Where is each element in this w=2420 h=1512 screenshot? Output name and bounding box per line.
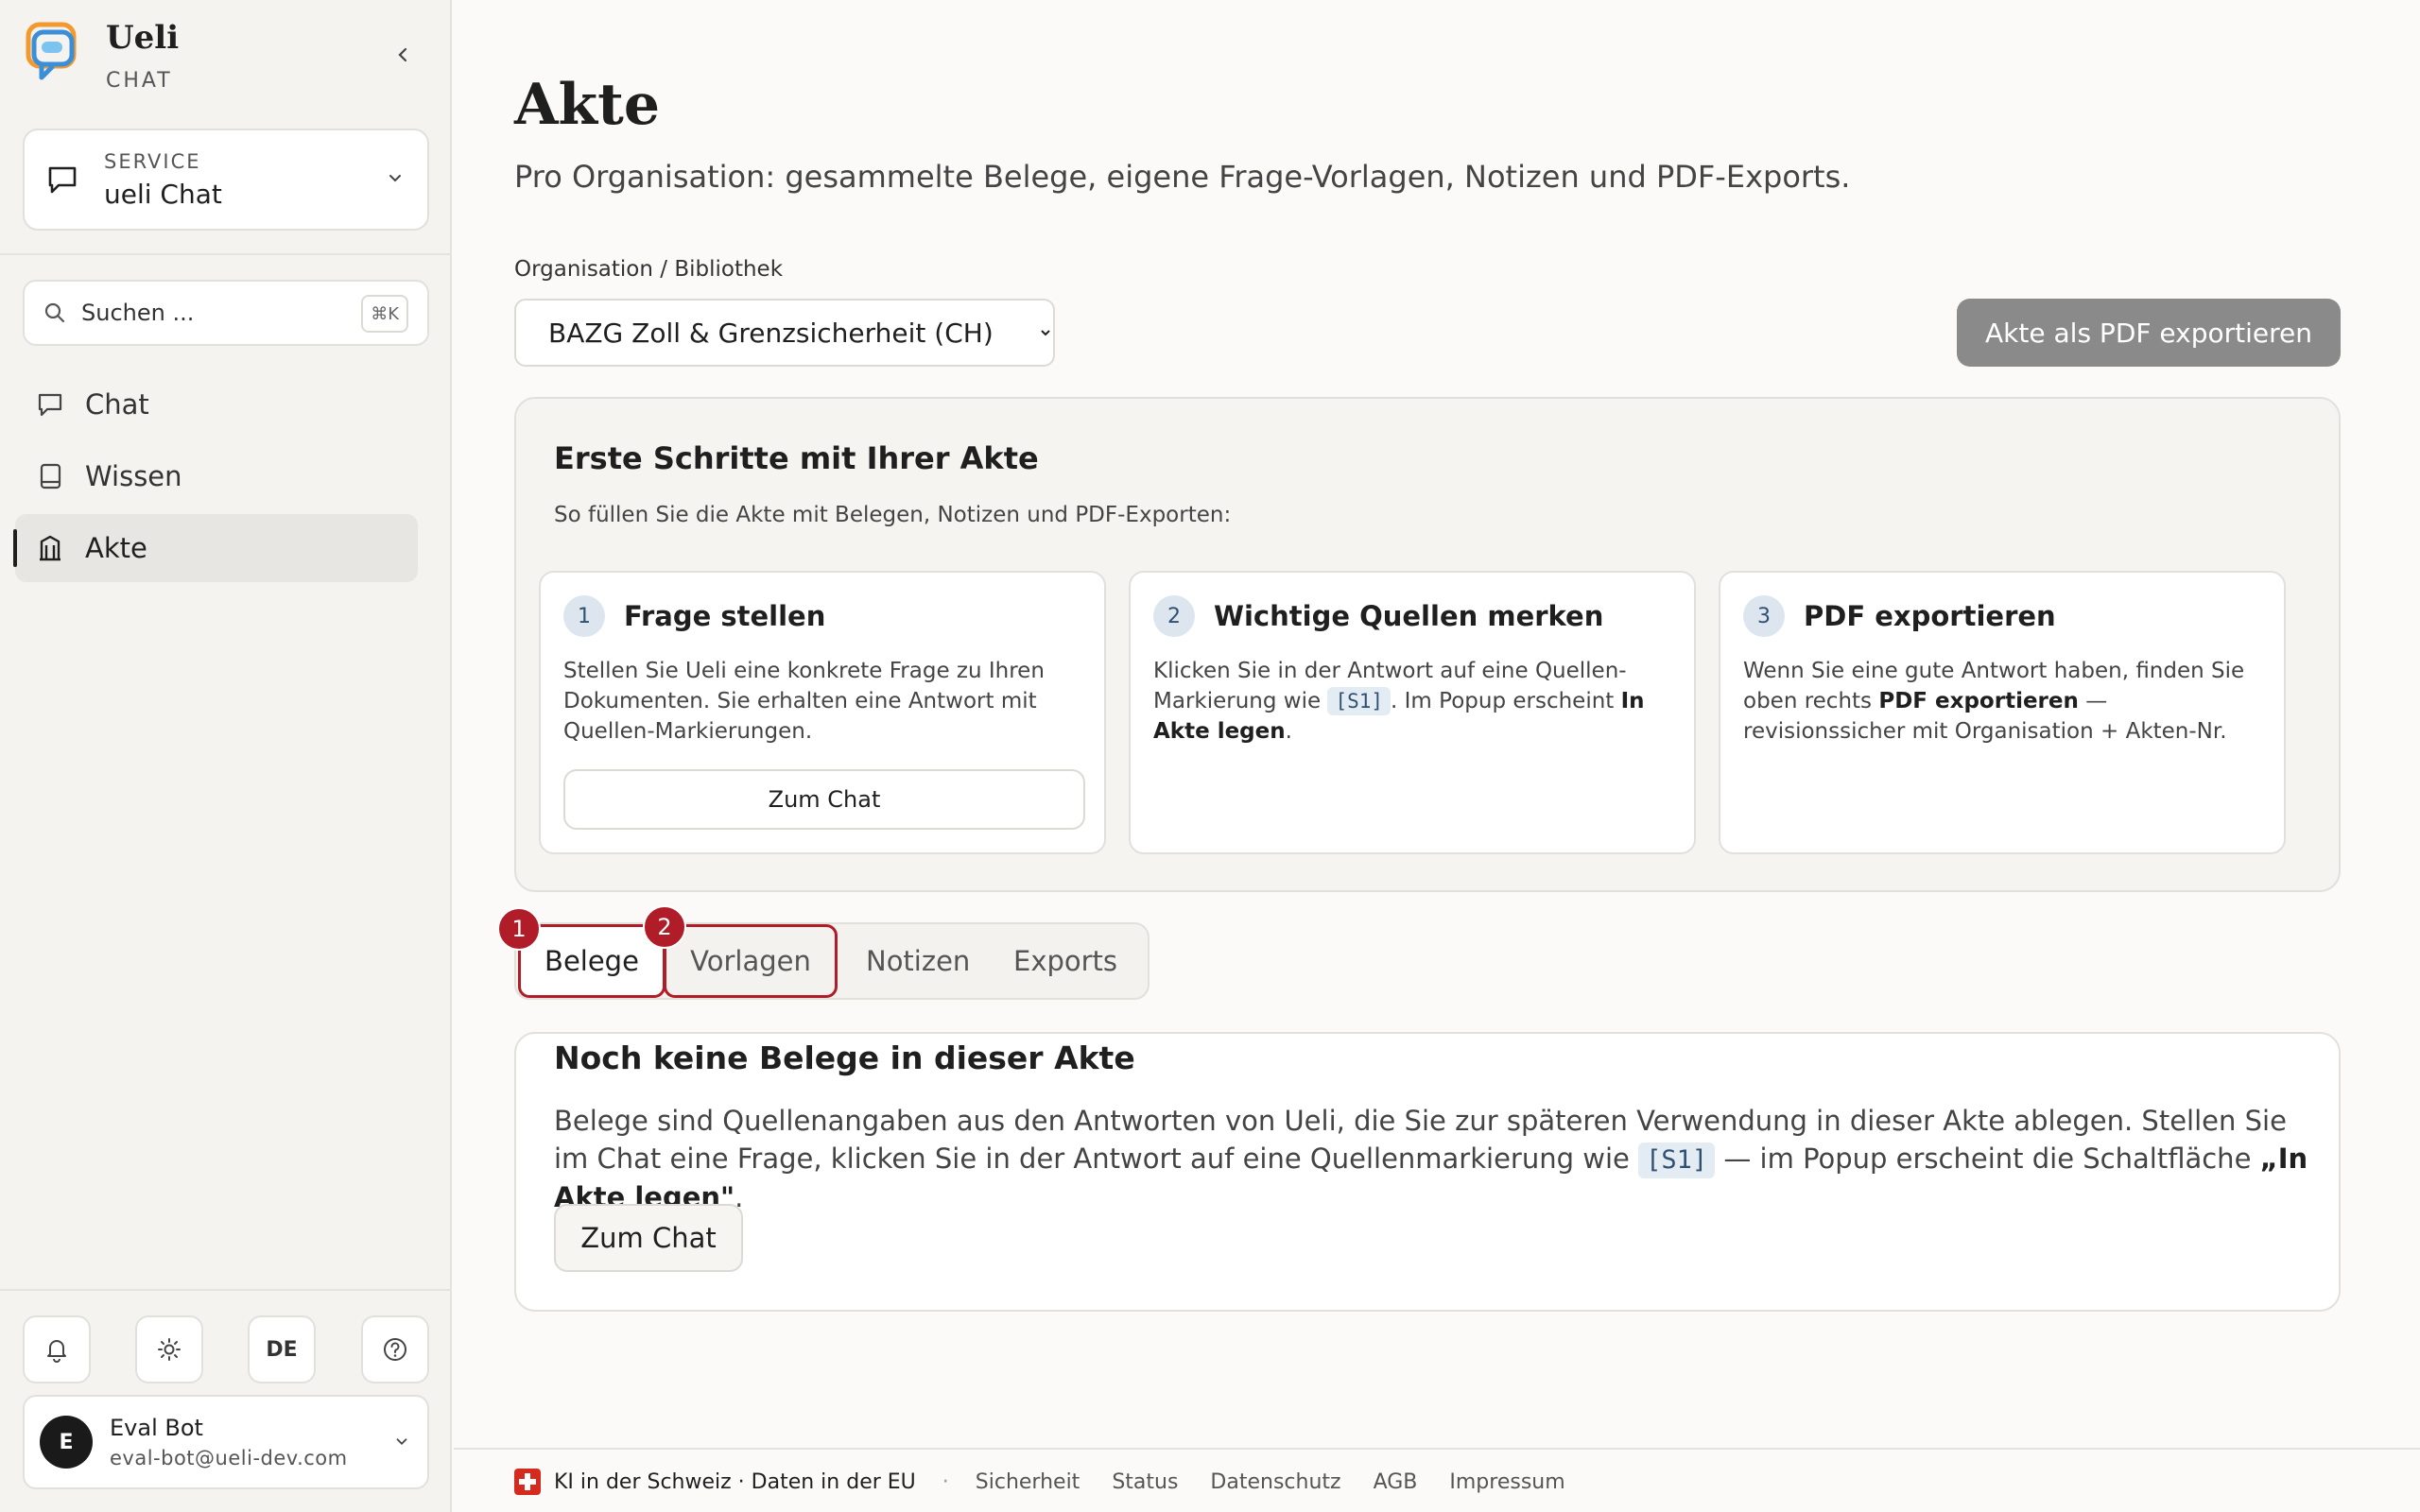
empty-state-title: Noch keine Belege in dieser Akte xyxy=(554,1040,1135,1076)
tab-notizen[interactable]: Notizen xyxy=(866,924,970,998)
step-body: Stellen Sie Ueli eine konkrete Frage zu … xyxy=(563,659,1045,744)
sidebar-divider xyxy=(0,253,452,255)
footer-link-datenschutz[interactable]: Datenschutz xyxy=(1210,1470,1340,1494)
brand-name: Ueli xyxy=(106,19,180,57)
sidebar-item-label: Wissen xyxy=(85,460,182,492)
step-number: 1 xyxy=(563,595,605,637)
chat-bubble-icon xyxy=(48,166,77,194)
user-email: eval-bot@ueli-dev.com xyxy=(110,1447,348,1469)
tab-belege[interactable]: Belege xyxy=(518,924,666,998)
notifications-button[interactable] xyxy=(23,1315,91,1383)
org-select[interactable]: BAZG Zoll & Grenzsicherheit (CH) xyxy=(514,299,1055,367)
brand-subtitle: CHAT xyxy=(106,69,173,94)
bell-icon xyxy=(47,1340,66,1363)
archive-icon xyxy=(40,535,60,561)
onboarding-step-3: 3 PDF exportieren Wenn Sie eine gute Ant… xyxy=(1719,571,2286,854)
akte-tabs: Belege Vorlagen Notizen Exports xyxy=(514,922,1150,1000)
theme-toggle-button[interactable] xyxy=(135,1315,203,1383)
service-label: SERVICE xyxy=(104,149,201,173)
tab-exports[interactable]: Exports xyxy=(1013,924,1117,998)
onboarding-panel: Erste Schritte mit Ihrer Akte So füllen … xyxy=(514,397,2341,892)
empty-state-card: Noch keine Belege in dieser Akte Belege … xyxy=(514,1032,2341,1312)
service-switcher[interactable]: SERVICE ueli Chat xyxy=(23,129,429,231)
footer: KI in der Schweiz · Daten in der EU · Si… xyxy=(454,1448,2420,1512)
onboarding-step-2: 2 Wichtige Quellen merken Klicken Sie in… xyxy=(1129,571,1696,854)
page-title: Akte xyxy=(514,72,661,138)
collapse-sidebar-button[interactable] xyxy=(384,36,422,74)
footer-link-agb[interactable]: AGB xyxy=(1374,1470,1418,1494)
sidebar-item-chat[interactable]: Chat xyxy=(15,370,418,438)
chat-icon xyxy=(38,393,62,417)
step-number: 2 xyxy=(1153,595,1195,637)
step-body-text: . Im Popup erscheint xyxy=(1391,689,1615,713)
brand[interactable]: Ueli CHAT xyxy=(25,19,180,94)
chevron-left-icon xyxy=(398,47,407,62)
sidebar-item-label: Chat xyxy=(85,388,149,421)
source-marker-chip: [S1] xyxy=(1638,1143,1716,1178)
step-body: Wenn Sie eine gute Antwort haben, finden… xyxy=(1743,656,2261,747)
empty-body-text: — im Popup erscheint die Schaltfläche xyxy=(1723,1143,2252,1175)
page-subtitle: Pro Organisation: gesammelte Belege, eig… xyxy=(514,159,1851,195)
chevron-down-icon xyxy=(396,1438,407,1445)
step-title: Wichtige Quellen merken xyxy=(1214,600,1604,632)
empty-state-body: Belege sind Quellenangaben aus den Antwo… xyxy=(554,1102,2312,1216)
tab-vorlagen[interactable]: Vorlagen xyxy=(664,924,838,998)
avatar: E xyxy=(40,1416,93,1469)
help-button[interactable] xyxy=(361,1315,429,1383)
user-name: Eval Bot xyxy=(110,1415,203,1441)
footer-link-impressum[interactable]: Impressum xyxy=(1449,1470,1564,1494)
ueli-logo-icon xyxy=(26,22,77,80)
sidebar-item-akte[interactable]: Akte xyxy=(13,514,418,582)
search-icon xyxy=(44,302,65,323)
annotation-marker: 2 xyxy=(643,905,686,949)
footer-link-status[interactable]: Status xyxy=(1112,1470,1178,1494)
annotation-marker: 1 xyxy=(497,907,541,951)
utility-toolbar: DE xyxy=(23,1315,429,1383)
book-icon xyxy=(40,463,61,490)
export-pdf-button[interactable]: Akte als PDF exportieren xyxy=(1957,299,2341,367)
step-body: Klicken Sie in der Antwort auf eine Quel… xyxy=(1153,656,1671,747)
onboarding-subtitle: So füllen Sie die Akte mit Belegen, Noti… xyxy=(554,503,1232,527)
service-value: ueli Chat xyxy=(104,178,222,210)
org-select-label: Organisation / Bibliothek xyxy=(514,257,784,282)
footer-claim: KI in der Schweiz · Daten in der EU xyxy=(554,1469,916,1494)
sidebar-bottom-divider xyxy=(0,1289,452,1291)
step-title: PDF exportieren xyxy=(1804,600,2056,632)
source-marker-chip: [S1] xyxy=(1327,687,1392,715)
language-button[interactable]: DE xyxy=(248,1315,316,1383)
step-number: 3 xyxy=(1743,595,1785,637)
footer-link-sicherheit[interactable]: Sicherheit xyxy=(976,1470,1080,1494)
empty-go-to-chat-button[interactable]: Zum Chat xyxy=(554,1204,743,1272)
step-go-to-chat-button[interactable]: Zum Chat xyxy=(563,769,1085,830)
search-box[interactable]: ⌘K xyxy=(23,280,429,346)
step-title: Frage stellen xyxy=(624,600,826,632)
chevron-down-icon xyxy=(389,175,401,182)
onboarding-step-1: 1 Frage stellen Stellen Sie Ueli eine ko… xyxy=(539,571,1106,854)
step-body-bold: PDF exportieren xyxy=(1878,689,2079,713)
sidebar-nav: Chat Wissen Akte xyxy=(13,370,418,586)
main-content: Akte Pro Organisation: gesammelte Belege… xyxy=(454,0,2420,1512)
footer-separator: · xyxy=(942,1469,949,1494)
step-body-text: . xyxy=(1285,719,1292,744)
search-input[interactable] xyxy=(81,300,346,326)
search-shortcut: ⌘K xyxy=(361,295,408,333)
help-icon xyxy=(384,1338,406,1361)
sidebar-item-wissen[interactable]: Wissen xyxy=(15,442,418,510)
sidebar: Ueli CHAT SERVICE ueli Chat ⌘K xyxy=(0,0,452,1512)
swiss-flag-icon xyxy=(514,1469,541,1495)
onboarding-title: Erste Schritte mit Ihrer Akte xyxy=(554,440,1039,476)
sidebar-item-label: Akte xyxy=(85,532,147,564)
user-menu[interactable]: E Eval Bot eval-bot@ueli-dev.com xyxy=(23,1395,429,1489)
sun-icon xyxy=(158,1338,181,1361)
